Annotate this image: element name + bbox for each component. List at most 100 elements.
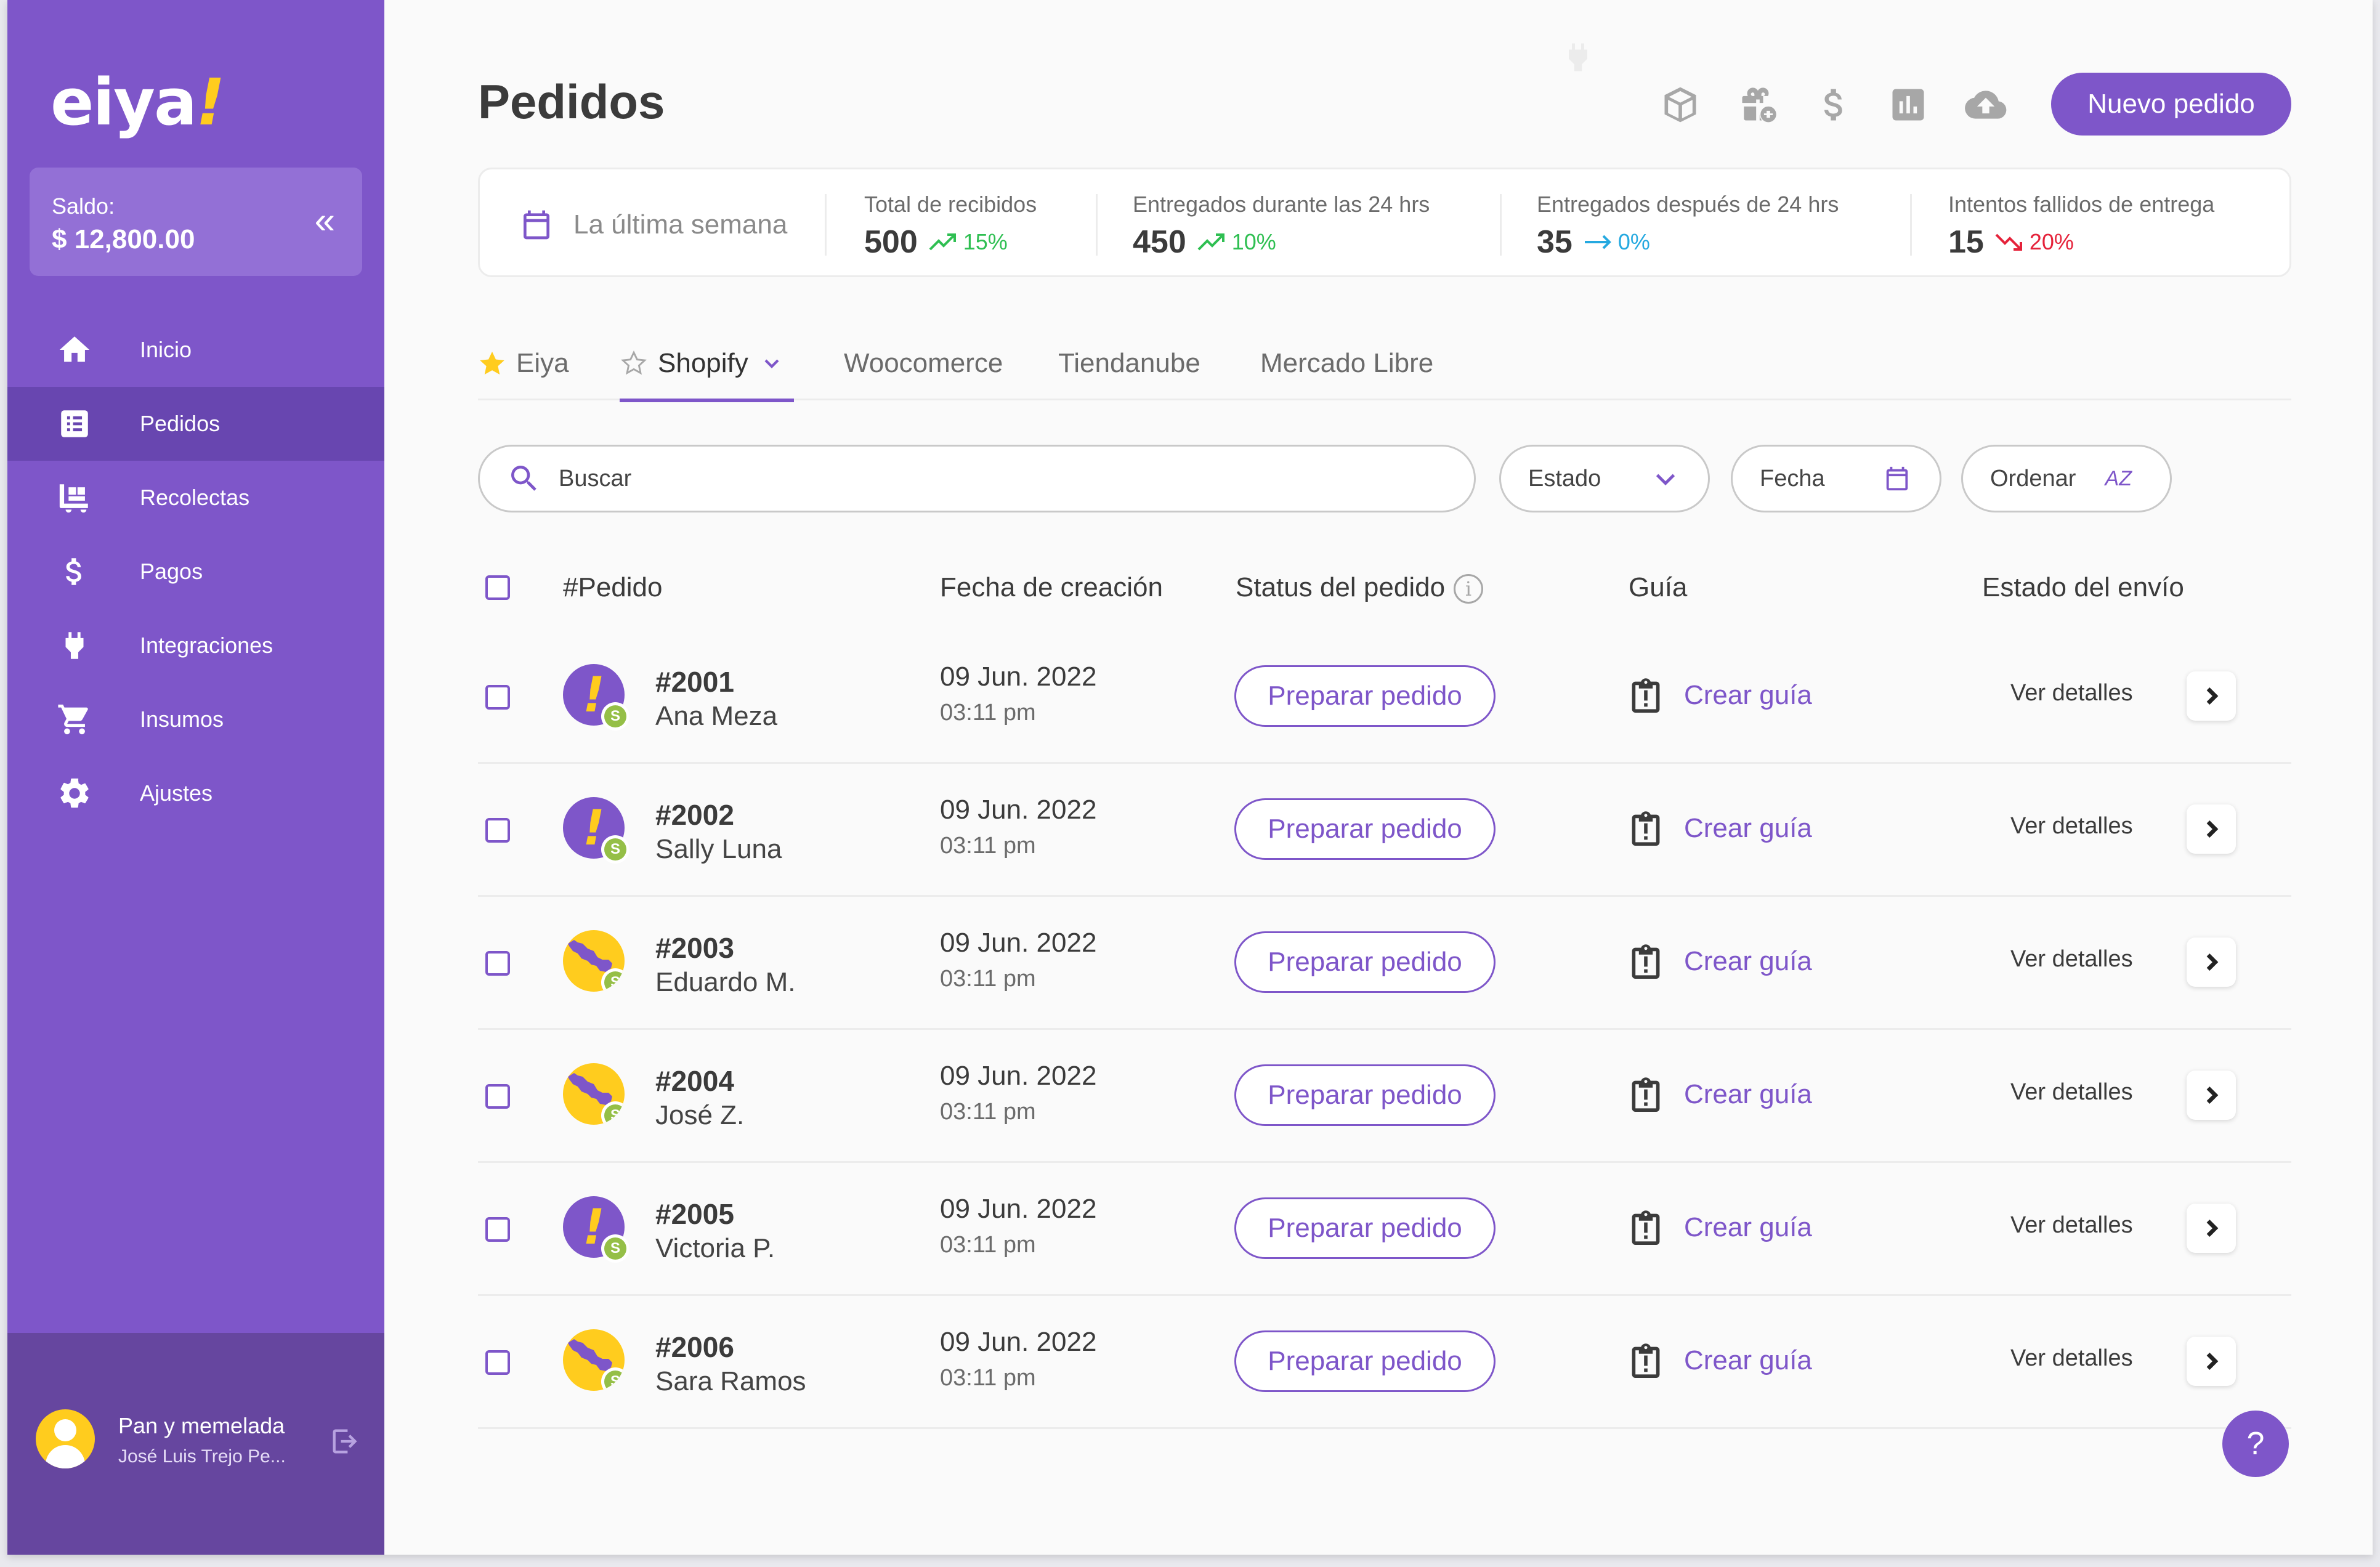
sort-az-icon: AZ <box>2105 466 2132 490</box>
trend-up-icon <box>1197 233 1224 251</box>
search-input[interactable] <box>559 465 1421 492</box>
chevron-right-icon[interactable] <box>2187 937 2236 987</box>
star-filled-icon <box>480 351 504 375</box>
clipboard-alert-icon <box>1632 944 1660 979</box>
tab-tiendanube[interactable]: Tiendanube <box>1058 326 1200 400</box>
create-guide-link[interactable]: Crear guía <box>1629 1073 1812 1116</box>
sidebar-item-insumos[interactable]: Insumos <box>7 682 384 756</box>
clipboard-alert-icon <box>1632 1343 1660 1378</box>
row-checkbox[interactable] <box>485 818 510 843</box>
view-details-link[interactable]: Ver detalles <box>2010 680 2133 707</box>
column-header-status: Status del pedido i <box>1236 563 1484 612</box>
shopping-cart-icon <box>54 699 95 740</box>
balance-card: Saldo: $ 12,800.00 « <box>30 168 362 276</box>
chevron-right-icon[interactable] <box>2187 1204 2236 1253</box>
table-row: S #2003 Eduardo M. 09 Jun. 2022 03:11 pm… <box>478 897 2291 1030</box>
row-checkbox[interactable] <box>485 951 510 976</box>
stat-delivered-after-24h: Entregados después de 24 hrs 35 0% <box>1537 192 1839 260</box>
prepare-order-button[interactable]: Preparar pedido <box>1234 665 1496 727</box>
order-number: #2004 <box>655 1065 734 1097</box>
order-date: 09 Jun. 2022 <box>940 795 1097 825</box>
bar-chart-icon[interactable] <box>1885 81 1932 128</box>
customer-name: José Z. <box>655 1100 745 1130</box>
create-guide-link[interactable]: Crear guía <box>1629 940 1812 983</box>
view-details-link[interactable]: Ver detalles <box>2010 1345 2133 1372</box>
cloud-upload-icon[interactable] <box>1962 81 2009 128</box>
sidebar-item-integraciones[interactable]: Integraciones <box>7 609 384 682</box>
user-name: Pan y memelada <box>118 1413 285 1438</box>
view-details-link[interactable]: Ver detalles <box>2010 813 2133 840</box>
create-guide-link[interactable]: Crear guía <box>1629 1339 1812 1382</box>
view-details-link[interactable]: Ver detalles <box>2010 1079 2133 1106</box>
estado-filter[interactable]: Estado <box>1499 445 1710 512</box>
order-time: 03:11 pm <box>940 833 1036 859</box>
sidebar-item-label: Integraciones <box>140 633 273 658</box>
stats-bar: La última semana Total de recibidos 500 1… <box>478 168 2291 277</box>
customer-name: Victoria P. <box>655 1233 775 1263</box>
prepare-order-button[interactable]: Preparar pedido <box>1234 1197 1496 1259</box>
stat-delivered-24h: Entregados durante las 24 hrs 450 10% <box>1133 192 1430 260</box>
tab-eiya[interactable]: Eiya <box>478 326 569 400</box>
row-checkbox[interactable] <box>485 1350 510 1375</box>
date-range-selector[interactable]: La última semana <box>519 200 787 249</box>
prepare-order-button[interactable]: Preparar pedido <box>1234 798 1496 860</box>
prepare-order-button[interactable]: Preparar pedido <box>1234 931 1496 993</box>
prepare-order-button[interactable]: Preparar pedido <box>1234 1330 1496 1392</box>
chevron-right-icon[interactable] <box>2187 1071 2236 1120</box>
row-checkbox[interactable] <box>485 1217 510 1242</box>
chevron-right-icon[interactable] <box>2187 1337 2236 1386</box>
row-checkbox[interactable] <box>485 685 510 710</box>
tab-mercado-libre[interactable]: Mercado Libre <box>1260 326 1433 400</box>
tab-woocomerce[interactable]: Woocomerce <box>844 326 1003 400</box>
trend-flat-icon <box>1584 235 1611 249</box>
info-icon[interactable]: i <box>1454 574 1484 604</box>
fecha-filter[interactable]: Fecha <box>1731 445 1941 512</box>
dollar-icon[interactable] <box>1811 81 1858 128</box>
clipboard-alert-icon <box>1632 1077 1660 1112</box>
view-details-link[interactable]: Ver detalles <box>2010 946 2133 973</box>
sidebar: eiya! Saldo: $ 12,800.00 « Inicio Pedido… <box>7 0 384 1555</box>
star-outline-icon <box>621 350 647 375</box>
table-row: S #2004 José Z. 09 Jun. 2022 03:11 pm Pr… <box>478 1030 2291 1163</box>
shopify-icon: S <box>601 1234 629 1263</box>
logout-icon[interactable] <box>329 1425 361 1457</box>
view-details-link[interactable]: Ver detalles <box>2010 1212 2133 1239</box>
chevron-right-icon[interactable] <box>2187 671 2236 721</box>
user-subtitle: José Luis Trejo Pe... <box>118 1446 286 1467</box>
chevron-right-icon[interactable] <box>2187 804 2236 854</box>
avatar <box>36 1409 95 1468</box>
new-order-button[interactable]: Nuevo pedido <box>2051 73 2291 136</box>
create-guide-link[interactable]: Crear guía <box>1629 1206 1812 1249</box>
prepare-order-button[interactable]: Preparar pedido <box>1234 1064 1496 1126</box>
calendar-icon <box>1886 466 1908 491</box>
user-profile[interactable]: Pan y memelada José Luis Trejo Pe... <box>7 1333 384 1555</box>
select-all-checkbox[interactable] <box>485 575 510 600</box>
table-row: S #2006 Sara Ramos 09 Jun. 2022 03:11 pm… <box>478 1296 2291 1429</box>
tab-shopify[interactable]: Shopify <box>620 326 794 402</box>
help-button[interactable]: ? <box>2222 1411 2289 1477</box>
package-icon[interactable] <box>1657 81 1704 128</box>
double-chevron-left-icon[interactable]: « <box>315 202 335 239</box>
create-guide-link[interactable]: Crear guía <box>1629 674 1812 717</box>
column-header-created: Fecha de creación <box>940 572 1163 602</box>
gift-add-icon[interactable] <box>1734 81 1781 128</box>
sidebar-item-inicio[interactable]: Inicio <box>7 313 384 387</box>
app-window: eiya! Saldo: $ 12,800.00 « Inicio Pedido… <box>7 0 2373 1555</box>
row-checkbox[interactable] <box>485 1084 510 1109</box>
sidebar-item-pagos[interactable]: Pagos <box>7 535 384 609</box>
sidebar-item-label: Inicio <box>140 337 192 362</box>
sidebar-item-label: Insumos <box>140 707 224 732</box>
plug-icon <box>54 625 95 666</box>
stat-failed-attempts: Intentos fallidos de entrega 15 20% <box>1948 192 2215 260</box>
table-row: ! S #2005 Victoria P. 09 Jun. 2022 03:11 … <box>478 1163 2291 1296</box>
order-number: #2002 <box>655 799 734 831</box>
sidebar-item-recolectas[interactable]: Recolectas <box>7 461 384 535</box>
sort-filter[interactable]: Ordenar AZ <box>1961 445 2172 512</box>
shopify-icon: S <box>601 835 629 864</box>
create-guide-link[interactable]: Crear guía <box>1629 807 1812 850</box>
brand-logo[interactable]: eiya! <box>51 65 225 140</box>
home-icon <box>54 330 95 370</box>
sidebar-item-ajustes[interactable]: Ajustes <box>7 756 384 830</box>
sidebar-item-pedidos[interactable]: Pedidos <box>7 387 384 461</box>
sidebar-item-label: Pagos <box>140 559 203 584</box>
